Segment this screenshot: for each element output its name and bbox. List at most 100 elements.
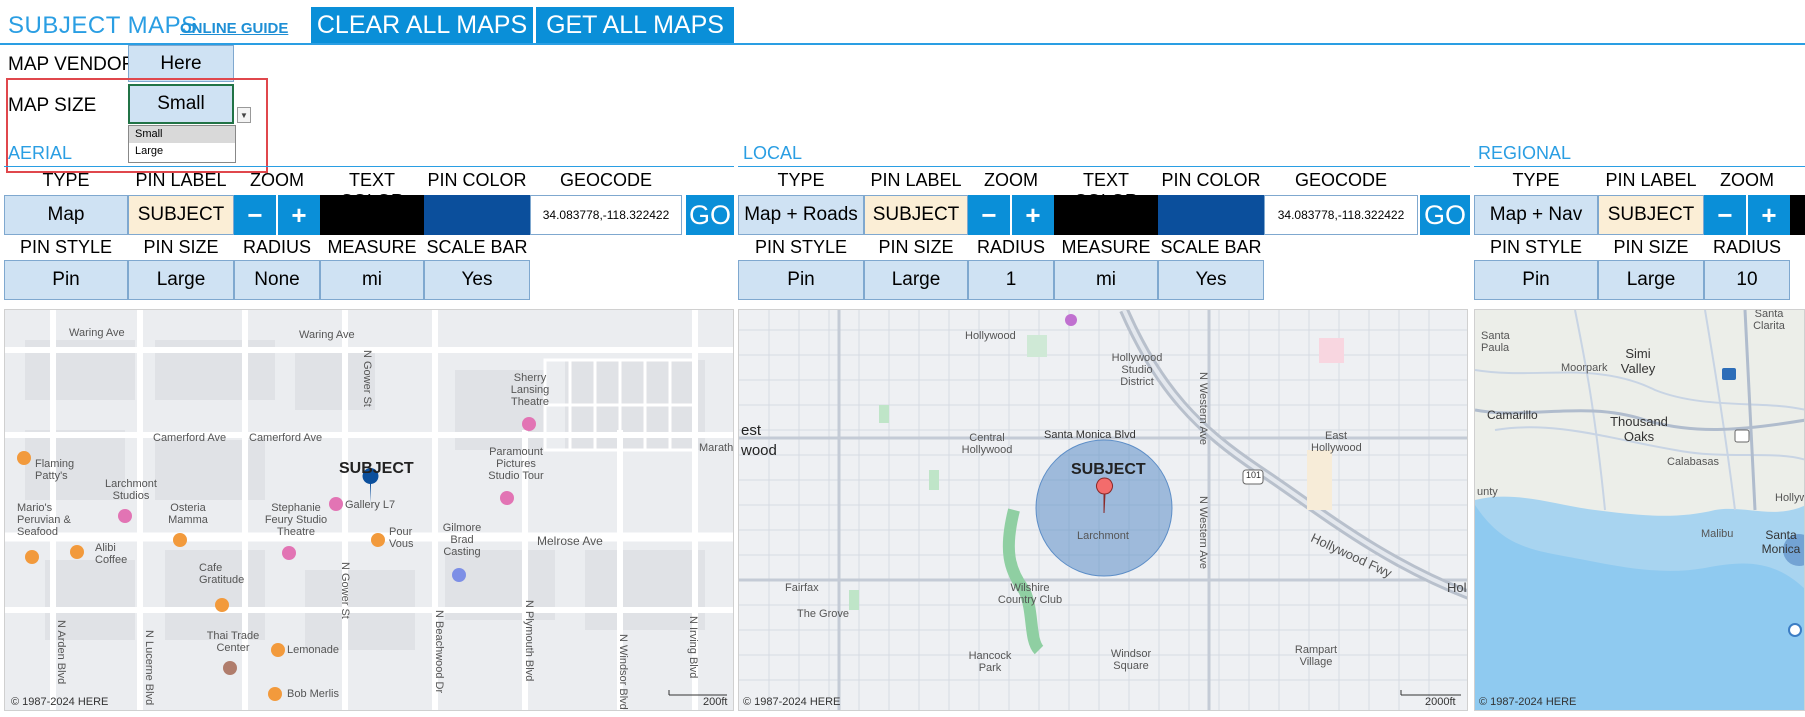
regional-zoom-in-button[interactable]: +	[1748, 195, 1790, 235]
aerial-pin-label-input[interactable]: SUBJECT	[128, 195, 234, 235]
regional-label-5: Thousand Oaks	[1610, 414, 1668, 444]
aerial-label-19: Gallery L7	[345, 499, 396, 511]
local-label-13: N Western Ave	[1197, 496, 1209, 569]
map-vendor-select[interactable]: Here	[128, 45, 234, 82]
aerial-pin-size-select[interactable]: Large	[128, 260, 234, 300]
local-label-10: Windsor Square	[1110, 648, 1152, 672]
regional-label-3: Moorpark	[1561, 362, 1608, 374]
header-divider	[0, 43, 1805, 45]
local-scale-label: 2000ft	[1425, 696, 1456, 708]
aerial-scale-bar-select[interactable]: Yes	[424, 260, 530, 300]
aerial-type-select[interactable]: Map	[4, 195, 128, 235]
local-label-5: Larchmont	[1077, 530, 1129, 542]
regional-pin-label-input[interactable]: SUBJECT	[1598, 195, 1704, 235]
online-guide-link[interactable]: ONLINE GUIDE	[180, 20, 288, 37]
aerial-map-credit: © 1987-2024 HERE	[11, 696, 109, 708]
local-pin-color-swatch[interactable]	[1158, 195, 1264, 235]
local-label-12: N Western Ave	[1197, 372, 1209, 445]
aerial-label-28: Marath	[699, 442, 734, 454]
regional-pin-size-header: PIN SIZE	[1613, 237, 1689, 257]
aerial-pin-style-header: PIN STYLE	[19, 237, 113, 257]
local-pin-label-header: PIN LABEL	[870, 170, 962, 190]
aerial-label-5: N Gower St	[361, 350, 373, 407]
aerial-zoom-header: ZOOM	[250, 170, 304, 190]
regional-zoom-header: ZOOM	[1720, 170, 1774, 190]
aerial-label-6: N Gower St	[339, 562, 351, 619]
local-pin-style-select[interactable]: Pin	[738, 260, 864, 300]
regional-pin-label-header: PIN LABEL	[1605, 170, 1697, 190]
aerial-label-22: Mario's Peruvian & Seafood	[17, 502, 71, 538]
aerial-radius-select[interactable]: None	[234, 260, 320, 300]
section-local-title: LOCAL	[743, 143, 803, 163]
local-type-select[interactable]: Map + Roads	[738, 195, 864, 235]
aerial-pin-color-swatch[interactable]	[424, 195, 530, 235]
aerial-label-13: Sherry Lansing Theatre	[510, 372, 550, 408]
aerial-pin-label-header: PIN LABEL	[135, 170, 227, 190]
regional-label-7: Malibu	[1701, 528, 1734, 540]
aerial-geocode-input[interactable]: 34.083778,-118.322422	[530, 195, 682, 235]
aerial-pin-size-header: PIN SIZE	[143, 237, 219, 257]
aerial-zoom-in-button[interactable]: +	[278, 195, 320, 235]
regional-pin-size-select[interactable]: Large	[1598, 260, 1704, 300]
aerial-label-26: Lemonade	[287, 644, 339, 656]
regional-label-6: Calabasas	[1667, 456, 1719, 468]
local-pin-size-header: PIN SIZE	[878, 237, 954, 257]
local-label-16: est	[741, 422, 762, 439]
aerial-map[interactable]: Waring Ave Waring Ave Camerford Ave Came…	[4, 309, 734, 711]
aerial-label-10: N Plymouth Blvd	[523, 600, 535, 682]
regional-label-1: Santa Clarita	[1753, 309, 1785, 332]
regional-text-color-swatch[interactable]	[1790, 195, 1805, 235]
section-aerial-underline	[4, 166, 734, 167]
aerial-measure-select[interactable]: mi	[320, 260, 424, 300]
local-scale-bar-select[interactable]: Yes	[1158, 260, 1264, 300]
aerial-label-18: Stephanie Feury Studio Theatre	[264, 502, 328, 538]
regional-label-0: Santa Paula	[1481, 330, 1510, 354]
aerial-label-16: Larchmont Studios	[105, 478, 157, 502]
aerial-text-color-swatch[interactable]	[320, 195, 424, 235]
aerial-label-25: Thai Trade Center	[206, 630, 260, 654]
local-go-button[interactable]: GO	[1420, 195, 1470, 235]
local-map[interactable]: Hollywood Hollywood Studio District Sant…	[738, 309, 1468, 711]
aerial-go-button[interactable]: GO	[686, 195, 734, 235]
local-geocode-input[interactable]: 34.083778,-118.322422	[1264, 195, 1418, 235]
aerial-label-23: Alibi Coffee	[95, 542, 128, 566]
local-label-2: Santa Monica Blvd	[1044, 429, 1136, 441]
regional-map[interactable]: Santa Paula Santa Clarita Simi Valley Mo…	[1474, 309, 1805, 711]
regional-label-10: unty	[1477, 486, 1498, 498]
local-type-header: TYPE	[777, 170, 825, 190]
local-subject-label: SUBJECT	[1071, 461, 1146, 478]
local-label-7: Fairfax	[785, 582, 819, 594]
local-radius-header: RADIUS	[976, 237, 1045, 257]
local-zoom-out-button[interactable]: −	[968, 195, 1010, 235]
regional-label-4: Camarillo	[1487, 408, 1538, 422]
regional-radius-select[interactable]: 10	[1704, 260, 1790, 300]
aerial-label-7: N Arden Blvd	[55, 620, 67, 685]
regional-zoom-out-button[interactable]: −	[1704, 195, 1746, 235]
regional-radius-header: RADIUS	[1712, 237, 1781, 257]
aerial-label-27: Bob Merlis	[287, 688, 339, 700]
local-label-1: Hollywood Studio District	[1111, 352, 1163, 388]
get-all-maps-button[interactable]: GET ALL MAPS	[536, 7, 734, 43]
aerial-geocode-header: GEOCODE	[559, 170, 652, 190]
local-zoom-in-button[interactable]: +	[1012, 195, 1054, 235]
aerial-scale-bar-header: SCALE BAR	[426, 237, 528, 257]
aerial-label-14: Paramount Pictures Studio Tour	[488, 446, 544, 482]
local-text-color-swatch[interactable]	[1054, 195, 1158, 235]
local-radius-select[interactable]: 1	[968, 260, 1054, 300]
section-regional-underline	[1474, 166, 1805, 167]
aerial-label-21: Gilmore Brad Casting	[442, 522, 482, 558]
local-scale-bar-header: SCALE BAR	[1160, 237, 1262, 257]
regional-pin-style-select[interactable]: Pin	[1474, 260, 1598, 300]
aerial-pin-style-select[interactable]: Pin	[4, 260, 128, 300]
local-pin-label-input[interactable]: SUBJECT	[864, 195, 968, 235]
local-pin-size-select[interactable]: Large	[864, 260, 968, 300]
local-measure-select[interactable]: mi	[1054, 260, 1158, 300]
regional-type-select[interactable]: Map + Nav	[1474, 195, 1598, 235]
aerial-zoom-out-button[interactable]: −	[234, 195, 276, 235]
local-map-credit: © 1987-2024 HERE	[743, 696, 841, 708]
local-label-0: Hollywood	[965, 330, 1016, 342]
clear-all-maps-button[interactable]: CLEAR ALL MAPS	[311, 7, 533, 43]
section-regional-title: REGIONAL	[1478, 143, 1572, 163]
local-label-17: wood	[741, 442, 777, 459]
local-geocode-header: GEOCODE	[1294, 170, 1387, 190]
